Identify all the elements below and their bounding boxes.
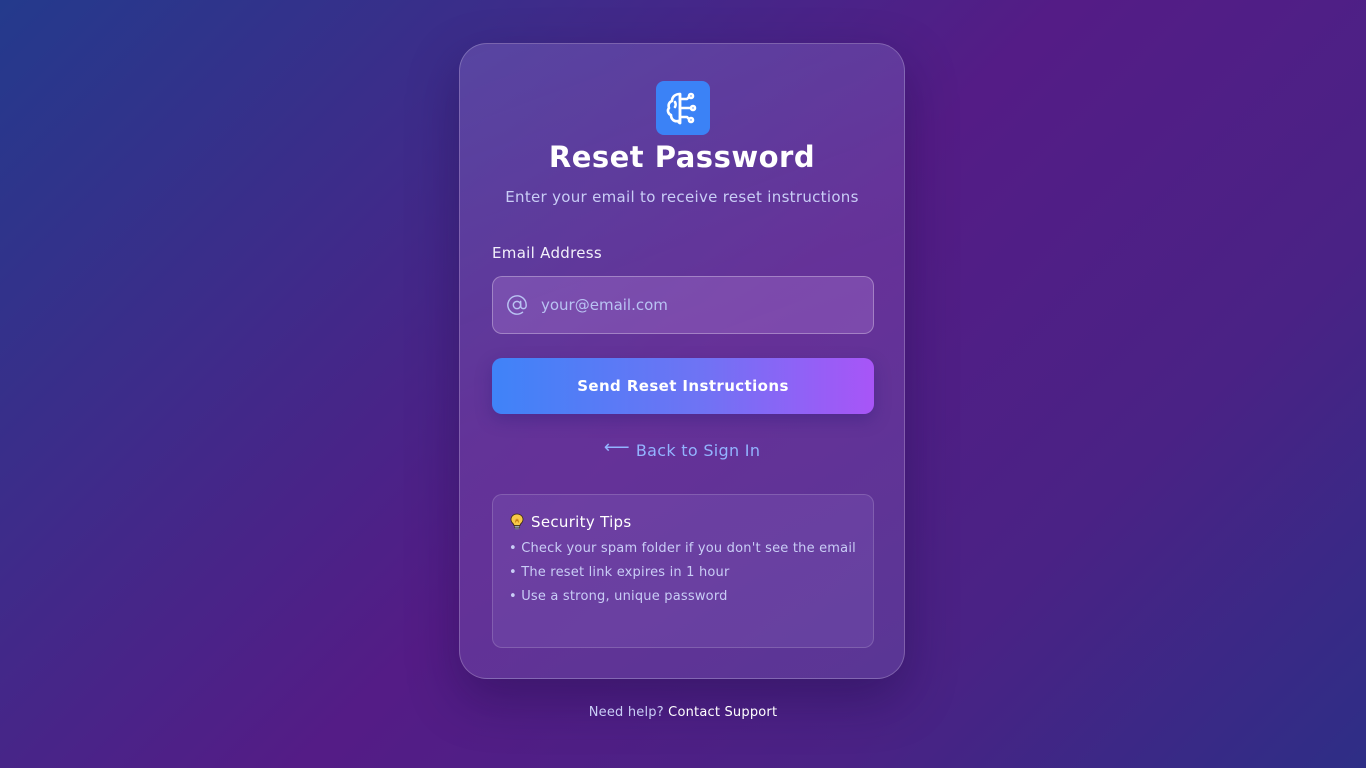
contact-support-link[interactable]: Contact Support	[668, 705, 777, 720]
help-text: Need help?	[588, 705, 664, 720]
email-field[interactable]	[492, 276, 874, 334]
tip-item: • Check your spam folder if you don't se…	[509, 541, 856, 556]
security-tips-box: Security Tips • Check your spam folder i…	[492, 494, 874, 648]
email-input[interactable]	[541, 277, 861, 333]
security-tips-title: Security Tips	[531, 513, 632, 531]
tip-item: • Use a strong, unique password	[509, 589, 728, 604]
lightbulb-icon	[510, 513, 524, 530]
help-footer: Need help? Contact Support	[0, 705, 1366, 720]
security-tips-heading: Security Tips	[509, 513, 857, 531]
back-to-sign-in-label: Back to Sign In	[635, 441, 761, 460]
send-reset-instructions-button[interactable]: Send Reset Instructions	[492, 358, 874, 414]
email-label: Email Address	[492, 244, 603, 262]
at-sign-icon	[507, 295, 527, 315]
page-subtitle: Enter your email to receive reset instru…	[505, 188, 859, 206]
page-title: Reset Password	[548, 140, 816, 174]
tip-item: • The reset link expires in 1 hour	[509, 565, 730, 580]
back-to-sign-in-link[interactable]: ⟵ Back to Sign In	[460, 437, 904, 461]
brain-circuit-icon	[656, 81, 710, 135]
arrow-left-icon: ⟵	[603, 437, 630, 458]
reset-password-card: Reset Password Enter your email to recei…	[459, 43, 905, 679]
